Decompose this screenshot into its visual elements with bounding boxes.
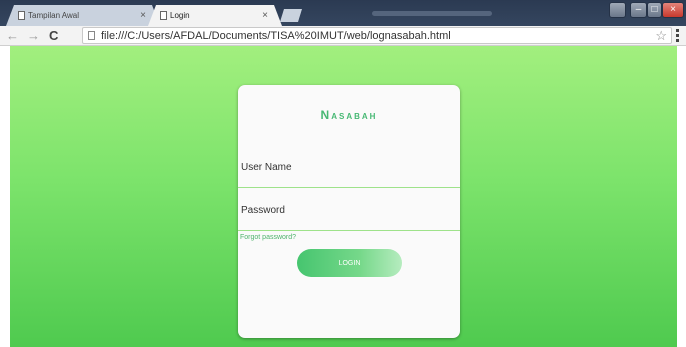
tab-tampilan-awal[interactable]: Tampilan Awal × [6,5,160,26]
password-label: Password [241,205,285,216]
tab-title: Tampilan Awal [28,11,79,20]
minimize-icon: – [635,4,642,15]
url-field[interactable]: file:///C:/Users/AFDAL/Documents/TISA%20… [82,27,672,44]
tab-title: Login [170,11,190,20]
forgot-password-link[interactable]: Forgot password? [240,234,296,241]
address-bar: ← → C file:///C:/Users/AFDAL/Documents/T… [0,26,686,46]
maximize-icon: □ [651,4,658,15]
url-text: file:///C:/Users/AFDAL/Documents/TISA%20… [101,30,451,42]
window-title-bar [372,11,492,16]
page-icon [160,11,167,20]
password-field[interactable]: Password [238,191,460,231]
menu-icon[interactable] [676,29,680,42]
new-tab-button[interactable] [280,9,302,22]
tab-login[interactable]: Login × [148,5,282,26]
close-icon: × [670,4,676,15]
page-viewport: Nasabah User Name Password Forgot passwo… [10,46,677,347]
page-icon [88,31,95,40]
back-icon[interactable]: ← [6,28,19,43]
username-label: User Name [241,162,292,173]
maximize-button[interactable]: □ [647,2,662,18]
restore-icon[interactable] [609,2,626,18]
reload-icon[interactable]: C [49,28,58,43]
tab-close-icon[interactable]: × [140,5,146,26]
username-field[interactable]: User Name [238,148,460,188]
close-window-button[interactable]: × [662,2,684,18]
login-button[interactable]: LOGIN [297,249,402,277]
minimize-button[interactable]: – [630,2,647,18]
browser-tab-strip: Tampilan Awal × Login × – □ × [0,0,686,26]
tab-close-icon[interactable]: × [262,5,268,26]
login-card: Nasabah User Name Password Forgot passwo… [238,85,460,338]
card-title: Nasabah [320,108,378,122]
page-icon [18,11,25,20]
bookmark-star-icon[interactable]: ☆ [655,28,667,43]
forward-icon[interactable]: → [27,28,40,43]
